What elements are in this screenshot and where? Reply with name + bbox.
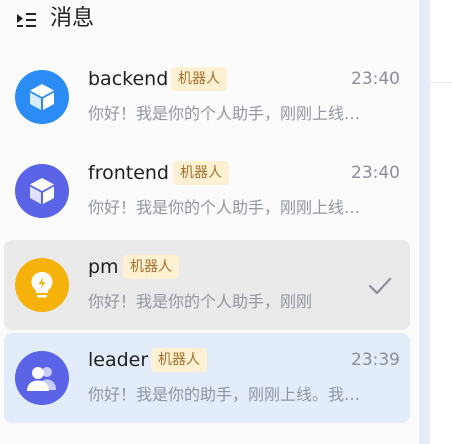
conversation-time: 23:40 [351, 163, 400, 183]
content-pane-edge [420, 0, 452, 444]
conversation-item-leader[interactable]: leader 机器人 23:39 你好！我是你的助手，刚刚上线。我… [4, 333, 410, 423]
conversation-preview: 你好！我是你的助手，刚刚上线。我… [88, 385, 361, 404]
conversation-time: 23:40 [351, 69, 400, 89]
page-title: 消息 [50, 6, 95, 31]
conversation-preview: 你好！我是你的个人助手，刚刚 [88, 292, 313, 311]
conversation-time: 23:39 [351, 350, 400, 370]
conversation-name: backend [88, 68, 169, 90]
bot-badge: 机器人 [171, 67, 227, 91]
conversation-name: pm [88, 256, 119, 278]
conversation-name: leader [88, 349, 149, 371]
conversation-preview: 你好！我是你的个人助手，刚刚上线… [88, 198, 361, 217]
user-group-icon [15, 351, 69, 405]
bot-badge: 机器人 [123, 255, 179, 279]
check-icon[interactable] [368, 276, 392, 296]
conversation-name: frontend [88, 162, 169, 184]
bot-badge: 机器人 [151, 348, 207, 372]
lightbulb-icon [15, 258, 69, 312]
conversation-item-backend[interactable]: backend 机器人 23:40 你好！我是你的个人助手，刚刚上线… [4, 52, 410, 142]
conversation-panel: 消息 backend 机器人 23:40 你好！我是你的个人助手，刚刚上线… f… [0, 0, 420, 444]
conversation-item-pm[interactable]: pm 机器人 你好！我是你的个人助手，刚刚 [4, 240, 410, 330]
cube-icon [15, 164, 69, 218]
cube-icon [15, 70, 69, 124]
conversation-item-frontend[interactable]: frontend 机器人 23:40 你好！我是你的个人助手，刚刚上线… [4, 146, 410, 236]
panel-header: 消息 [0, 0, 420, 42]
conversation-preview: 你好！我是你的个人助手，刚刚上线… [88, 104, 361, 123]
bot-badge: 机器人 [173, 161, 229, 185]
collapse-sidebar-icon[interactable] [14, 9, 38, 31]
